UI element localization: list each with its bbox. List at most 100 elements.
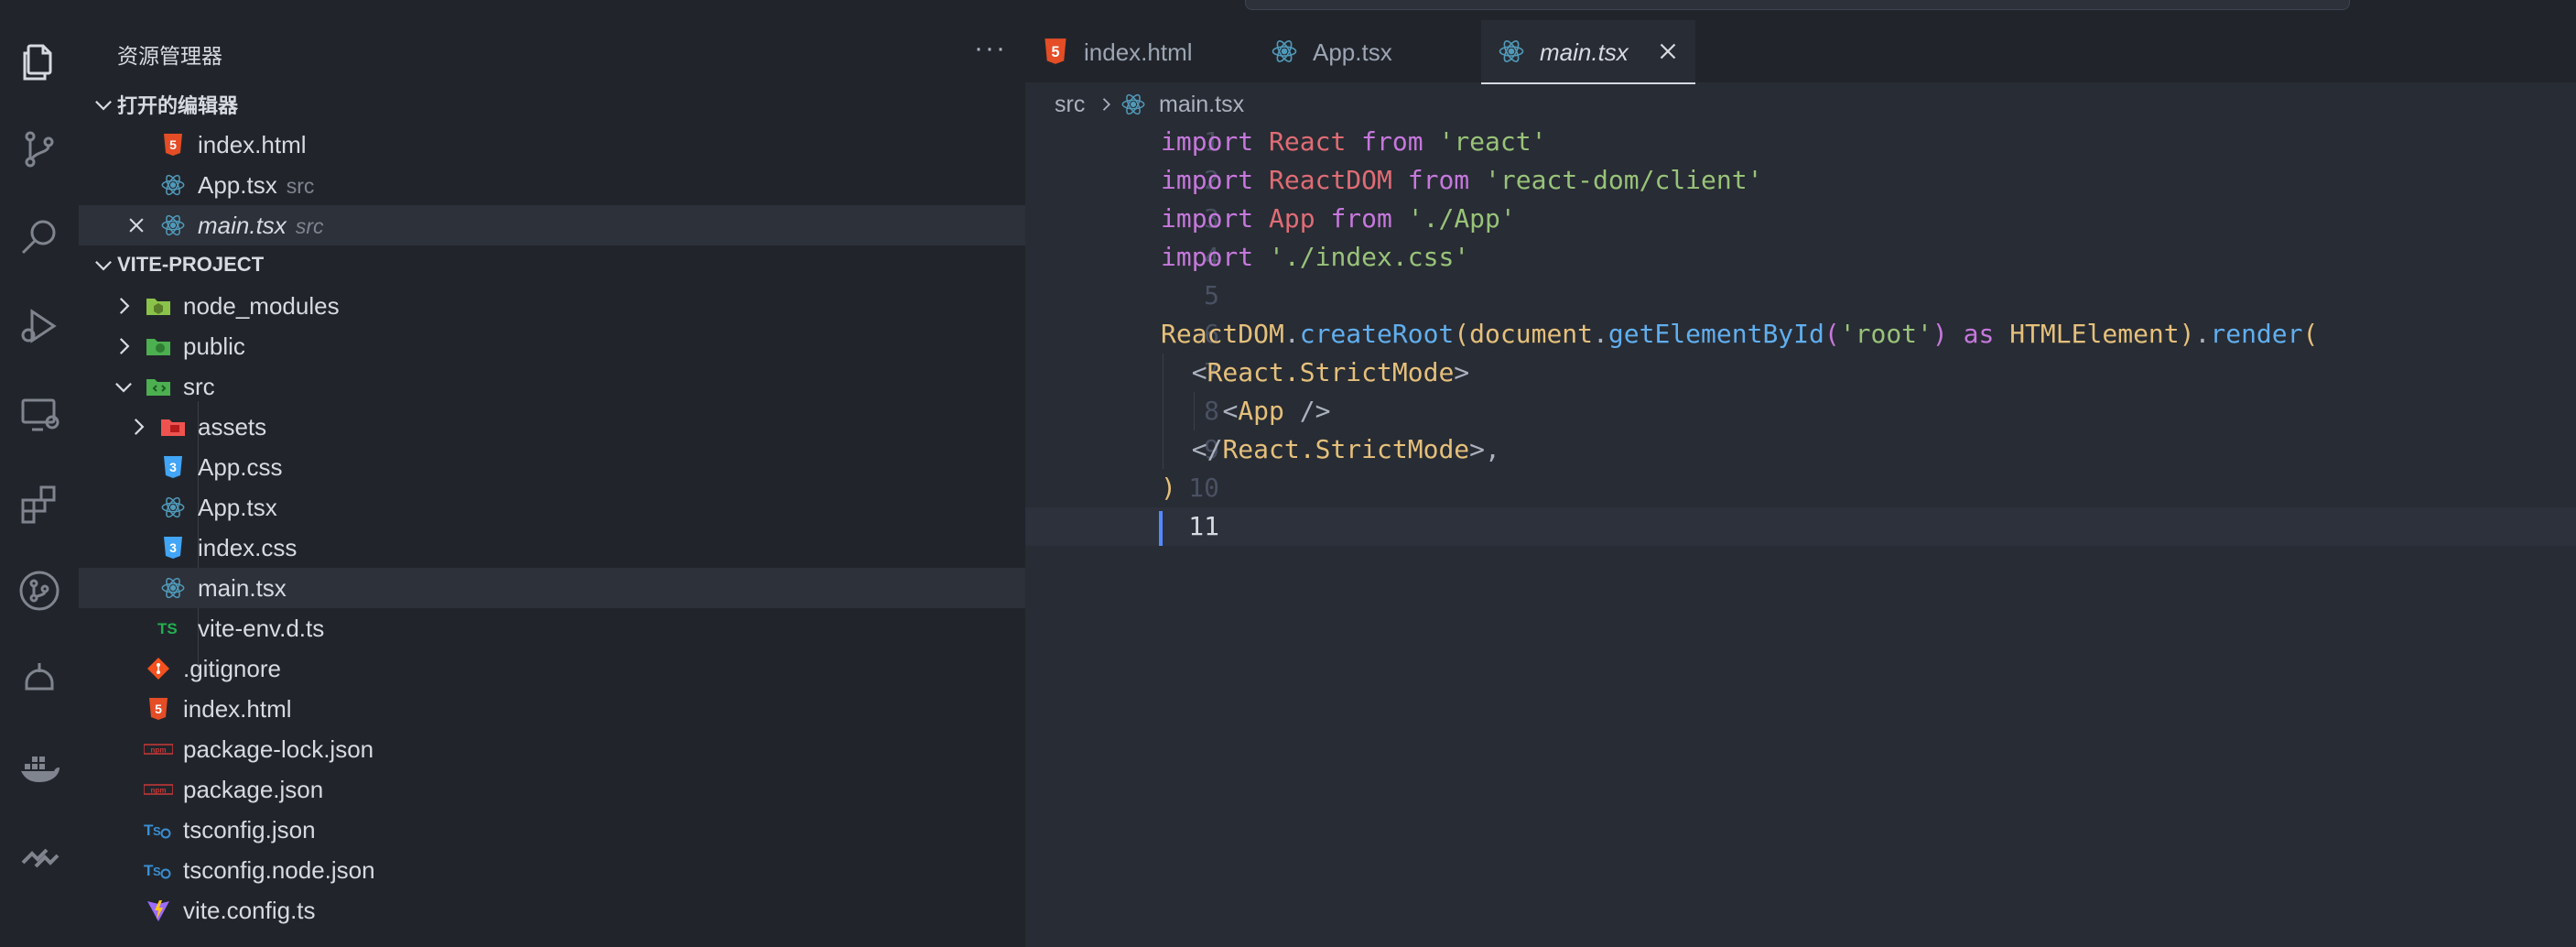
code-token: render xyxy=(2210,319,2303,349)
more-actions-icon[interactable]: ··· xyxy=(974,33,1007,64)
git-graph-icon[interactable] xyxy=(12,563,67,618)
tree-file[interactable]: vite.config.ts xyxy=(79,890,1025,931)
code-token: </ xyxy=(1191,434,1223,464)
open-editors-section-header[interactable]: 打开的编辑器 xyxy=(79,85,1025,124)
code-line[interactable]: 8 <App /> xyxy=(1025,392,2576,430)
tree-label: assets xyxy=(198,412,267,441)
code-line[interactable]: 9 </React.StrictMode>, xyxy=(1025,430,2576,469)
public-folder-icon xyxy=(145,332,172,360)
code-line[interactable]: 1 import React from 'react' xyxy=(1025,123,2576,161)
code-line[interactable]: 10) xyxy=(1025,469,2576,507)
tree-file[interactable]: npm package-lock.json xyxy=(79,729,1025,769)
html5-icon: 5 xyxy=(145,695,172,723)
tree-file[interactable]: .gitignore xyxy=(79,648,1025,689)
html5-icon: 5 xyxy=(1044,38,1066,64)
code-token: React.StrictMode xyxy=(1222,434,1470,464)
code-line[interactable]: 7 <React.StrictMode> xyxy=(1025,354,2576,392)
code-line[interactable]: 4 import './index.css' xyxy=(1025,238,2576,277)
code-line[interactable]: 3 import App from './App' xyxy=(1025,200,2576,238)
chevron-down-icon xyxy=(95,100,112,111)
code-token: App xyxy=(1269,203,1315,234)
breadcrumb-folder[interactable]: src xyxy=(1055,92,1085,118)
live-share-icon[interactable] xyxy=(12,830,67,885)
open-editor-item[interactable]: 5 index.html xyxy=(79,125,1025,165)
svg-text:5: 5 xyxy=(155,702,162,716)
code-token: ( xyxy=(1824,319,1840,349)
tab-main-tsx[interactable]: main.tsx xyxy=(1481,20,1695,84)
extensions-icon[interactable] xyxy=(12,476,67,531)
tree-folder[interactable]: assets xyxy=(79,407,1025,447)
editor-area: 5 index.html App.tsx main.tsx src main.t… xyxy=(1025,0,2576,947)
svg-text:S: S xyxy=(153,865,161,878)
tree-file[interactable]: TS tsconfig.json xyxy=(79,810,1025,850)
code-token: import xyxy=(1161,242,1254,272)
tree-file[interactable]: npm package.json xyxy=(79,769,1025,810)
tree-folder-open[interactable]: src xyxy=(79,366,1025,407)
source-control-icon[interactable] xyxy=(12,122,67,177)
tree-file[interactable]: App.tsx xyxy=(79,487,1025,528)
docker-icon[interactable] xyxy=(12,740,67,795)
code-token: createRoot xyxy=(1299,319,1455,349)
line-number: 10 xyxy=(1188,473,1219,503)
code-token: React xyxy=(1269,126,1347,157)
tree-file[interactable]: TS vite-env.d.ts xyxy=(79,608,1025,648)
tree-file[interactable]: 3 App.css xyxy=(79,447,1025,487)
tab-app-tsx[interactable]: App.tsx xyxy=(1254,20,1481,82)
open-editor-item[interactable]: App.tsx src xyxy=(79,165,1025,205)
react-icon xyxy=(1272,40,1297,62)
code-token: App xyxy=(1238,396,1284,426)
tree-folder[interactable]: node_modules xyxy=(79,286,1025,326)
code-token: /> xyxy=(1283,396,1331,426)
tree-folder[interactable]: public xyxy=(79,326,1025,366)
search-icon[interactable] xyxy=(12,211,67,266)
tree-file[interactable]: TS tsconfig.node.json xyxy=(79,850,1025,890)
code-line[interactable]: 2 import ReactDOM from 'react-dom/client' xyxy=(1025,161,2576,200)
indent-guide xyxy=(1194,392,1195,430)
code-token: > xyxy=(1454,357,1470,387)
git-icon xyxy=(145,655,172,682)
tree-file[interactable]: 5 index.html xyxy=(79,689,1025,729)
sidebar-header: 资源管理器 ··· xyxy=(79,0,1025,82)
breadcrumb-file[interactable]: main.tsx xyxy=(1159,92,1244,118)
code-token: document xyxy=(1469,319,1594,349)
code-text: import React from 'react' xyxy=(1161,126,1546,157)
code-token: < xyxy=(1191,357,1207,387)
code-token: as xyxy=(1963,319,1995,349)
code-text: <App /> xyxy=(1161,396,1330,426)
close-icon[interactable] xyxy=(1657,40,1679,62)
tab-label: App.tsx xyxy=(1313,38,1392,66)
react-icon xyxy=(159,212,187,239)
command-center[interactable] xyxy=(1245,0,2350,10)
remote-explorer-icon[interactable] xyxy=(12,387,67,442)
tree-label: package-lock.json xyxy=(183,735,374,763)
code-line[interactable]: 5 xyxy=(1025,277,2576,315)
code-token: . xyxy=(1283,319,1300,349)
css3-icon: 3 xyxy=(159,453,187,481)
timeline-icon[interactable] xyxy=(12,652,67,707)
tree-label: index.html xyxy=(183,694,292,723)
tree-file-selected[interactable]: main.tsx xyxy=(79,568,1025,608)
tree-label: tsconfig.node.json xyxy=(183,855,375,884)
project-section-header[interactable]: VITE-PROJECT xyxy=(79,245,1025,284)
explorer-sidebar: 资源管理器 ··· 打开的编辑器 5 index.html App.tsx src xyxy=(79,0,1025,947)
open-editor-label: App.tsx xyxy=(198,170,277,199)
close-icon[interactable] xyxy=(126,215,146,235)
npm-icon: npm xyxy=(143,776,174,803)
code-line[interactable]: 11 xyxy=(1025,507,2576,546)
tree-file[interactable]: 3 index.css xyxy=(79,528,1025,568)
svg-text:5: 5 xyxy=(169,137,177,152)
tree-label: tsconfig.json xyxy=(183,815,316,844)
react-icon xyxy=(1499,40,1524,62)
run-debug-icon[interactable] xyxy=(12,299,67,354)
code-line[interactable]: 6 ReactDOM.createRoot(document.getElement… xyxy=(1025,315,2576,354)
node-folder-icon xyxy=(145,292,172,320)
explorer-icon[interactable] xyxy=(12,35,67,90)
tab-index-html[interactable]: 5 index.html xyxy=(1025,20,1254,82)
open-editor-item-active[interactable]: main.tsx src xyxy=(79,205,1025,245)
